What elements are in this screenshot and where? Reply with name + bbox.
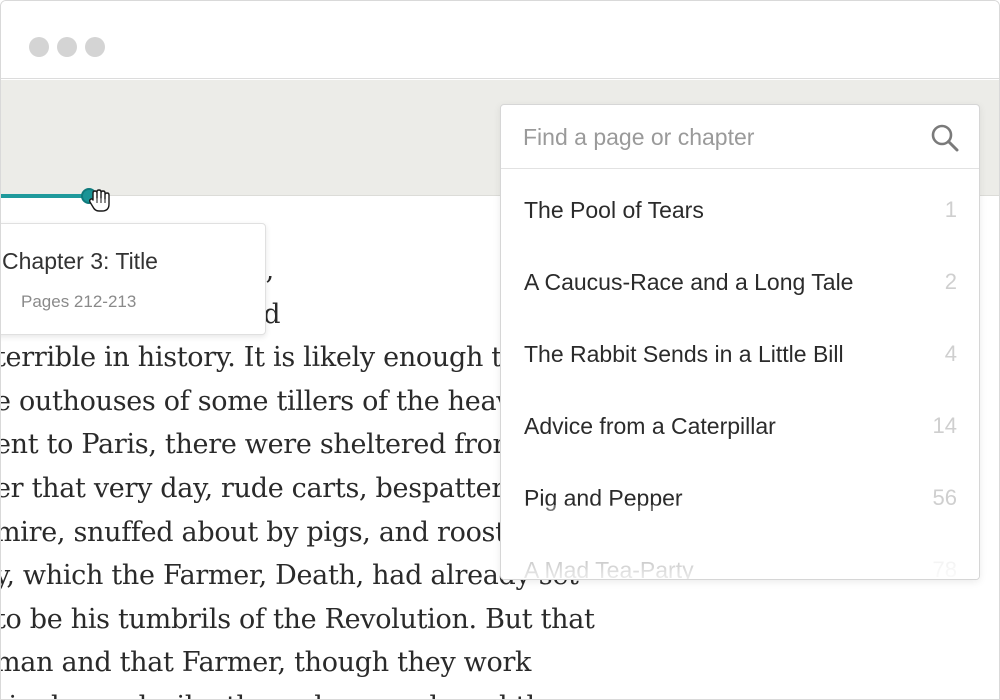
chapter-item[interactable]: The Rabbit Sends in a Little Bill 4: [501, 313, 979, 385]
reader-window: be sawn into boards, work with a sack an…: [0, 0, 1000, 700]
chapter-title: The Pool of Tears: [524, 197, 704, 223]
chapter-tooltip: Chapter 3: Title Pages 212-213: [1, 223, 266, 335]
chapter-page-number: 14: [932, 413, 957, 438]
chapter-title: The Rabbit Sends in a Little Bill: [524, 341, 844, 367]
book-line: to be his tumbrils of the Revolution. Bu…: [1, 603, 595, 635]
window-minimize-dot[interactable]: [57, 37, 77, 57]
chapter-title: A Caucus-Race and a Long Tale: [524, 269, 854, 295]
chapter-item[interactable]: Pig and Pepper 56: [501, 457, 979, 529]
chapter-page-number: 56: [932, 485, 957, 510]
chapter-search-panel: The Pool of Tears 1 A Caucus-Race and a …: [500, 104, 980, 580]
search-input[interactable]: [523, 119, 913, 155]
chapter-list: The Pool of Tears 1 A Caucus-Race and a …: [501, 169, 979, 580]
window-close-dot[interactable]: [29, 37, 49, 57]
book-line: man and that Farmer, though they work: [1, 647, 532, 679]
chapter-page-number: 2: [944, 269, 957, 294]
chapter-title: Advice from a Caterpillar: [524, 413, 776, 439]
hand-cursor-icon: [88, 189, 110, 212]
chapter-page-number: 1: [944, 197, 957, 222]
title-bar: [1, 1, 999, 79]
chapter-title: A Mad Tea-Party: [524, 557, 694, 580]
tooltip-page-range: Pages 212-213: [21, 292, 137, 311]
chapter-page-number: 4: [944, 341, 957, 366]
chapter-title: Pig and Pepper: [524, 485, 683, 511]
page-scrubber-track[interactable]: [1, 194, 91, 198]
chapter-item[interactable]: A Caucus-Race and a Long Tale 2: [501, 241, 979, 313]
search-bar: [501, 105, 979, 169]
chapter-page-number: 78: [932, 557, 957, 580]
chapter-item[interactable]: Advice from a Caterpillar 14: [501, 385, 979, 457]
chapter-item[interactable]: The Pool of Tears 1: [501, 169, 979, 241]
search-icon[interactable]: [929, 122, 961, 154]
window-zoom-dot[interactable]: [85, 37, 105, 57]
chapter-item[interactable]: A Mad Tea-Party 78: [501, 529, 979, 580]
book-line: singly, work silently, and no one heard …: [1, 685, 715, 699]
tooltip-chapter-title: Chapter 3: Title: [2, 248, 158, 274]
